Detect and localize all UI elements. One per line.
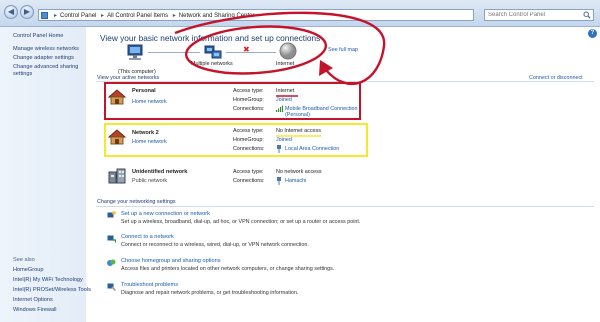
troubleshoot-icon[interactable] [107,282,116,291]
disconnected-x-icon: ✖ [243,45,250,54]
connections-label: Connections: [233,178,265,184]
see-also-internet-options[interactable]: Internet Options [13,297,53,304]
breadcrumb: ▸ Control Panel ▸ All Control Panel Items … [54,13,255,19]
see-also-intel-wifi[interactable]: Intel(R) My WiFi Technology [13,277,83,284]
help-icon[interactable]: ? [588,29,597,38]
change-settings-heading: Change your networking settings [97,199,176,205]
see-also-intel-proset[interactable]: Intel(R) PROSet/Wireless Tools [13,287,91,294]
annotation-overlay [174,11,386,137]
yellow-highlight-box [104,123,368,157]
task-homegroup-sharing-link[interactable]: Choose homegroup and sharing options [121,258,221,264]
red-highlight-box [104,82,361,120]
see-also-windows-firewall[interactable]: Windows Firewall [13,307,57,314]
map-link-line [226,52,276,53]
task-description: Set up a wireless, broadband, dial-up, a… [121,219,361,225]
public-network-icon[interactable] [108,168,126,184]
left-task-pane: Control Panel Home Manage wireless netwo… [0,27,91,322]
search-icon[interactable] [583,11,591,19]
network-type: Public network [132,178,168,184]
map-link-line [148,52,200,53]
change-advanced-sharing-link-line2[interactable]: settings [13,71,32,78]
see-also-homegroup[interactable]: HomeGroup [13,267,43,274]
section-divider [96,206,594,207]
forward-button[interactable]: ▶ [20,5,34,19]
task-description: Access files and printers located on oth… [121,266,335,272]
connect-or-disconnect-link[interactable]: Connect or disconnect [529,75,583,81]
internet-label: Internet [276,61,295,67]
see-also-heading: See also [13,257,35,263]
task-connect-network-link[interactable]: Connect to a network [121,234,174,240]
back-button[interactable]: ◀ [4,5,18,19]
control-panel-home-link[interactable]: Control Panel Home [13,33,63,40]
change-advanced-sharing-link[interactable]: Change advanced sharing [13,64,78,71]
address-toolbar: ◀ ▶ ▸ Control Panel ▸ All Control Panel It… [0,0,600,27]
access-type-value: No network access [276,169,322,175]
address-bar[interactable]: ▸ Control Panel ▸ All Control Panel Items … [38,9,511,21]
network-name: Unidentified network [132,169,188,175]
search-field[interactable] [484,9,594,21]
manage-wireless-networks-link[interactable]: Manage wireless networks [13,46,79,53]
hamachi-icon [276,177,282,187]
task-description: Connect or reconnect to a wireless, wire… [121,242,309,248]
active-networks-heading: View your active networks [97,75,160,81]
task-description: Diagnose and repair network problems, or… [121,290,299,296]
multiple-networks-label: Multiple networks [191,61,233,67]
connect-network-icon[interactable] [107,234,116,243]
task-setup-connection-link[interactable]: Set up a new connection or network [121,211,210,217]
homegroup-sharing-icon[interactable] [107,258,116,267]
multiple-networks-icon[interactable] [203,44,223,62]
computer-icon [127,44,143,60]
access-type-label: Access type: [233,169,264,175]
change-adapter-settings-link[interactable]: Change adapter settings [13,55,74,62]
breadcrumb-item[interactable]: Network and Sharing Center [179,13,255,19]
search-input[interactable] [485,10,581,20]
breadcrumb-item[interactable]: Control Panel [60,13,96,19]
red-annotation-arrowhead [319,60,333,76]
control-panel-icon [41,12,48,19]
breadcrumb-item[interactable]: All Control Panel Items [107,13,168,19]
new-connection-icon[interactable] [107,211,116,220]
internet-globe-icon[interactable] [279,42,297,60]
see-full-map-link[interactable]: See full map [328,47,358,53]
connection-link[interactable]: Hamachi [285,178,306,184]
task-troubleshoot-link[interactable]: Troubleshoot problems [121,282,178,288]
